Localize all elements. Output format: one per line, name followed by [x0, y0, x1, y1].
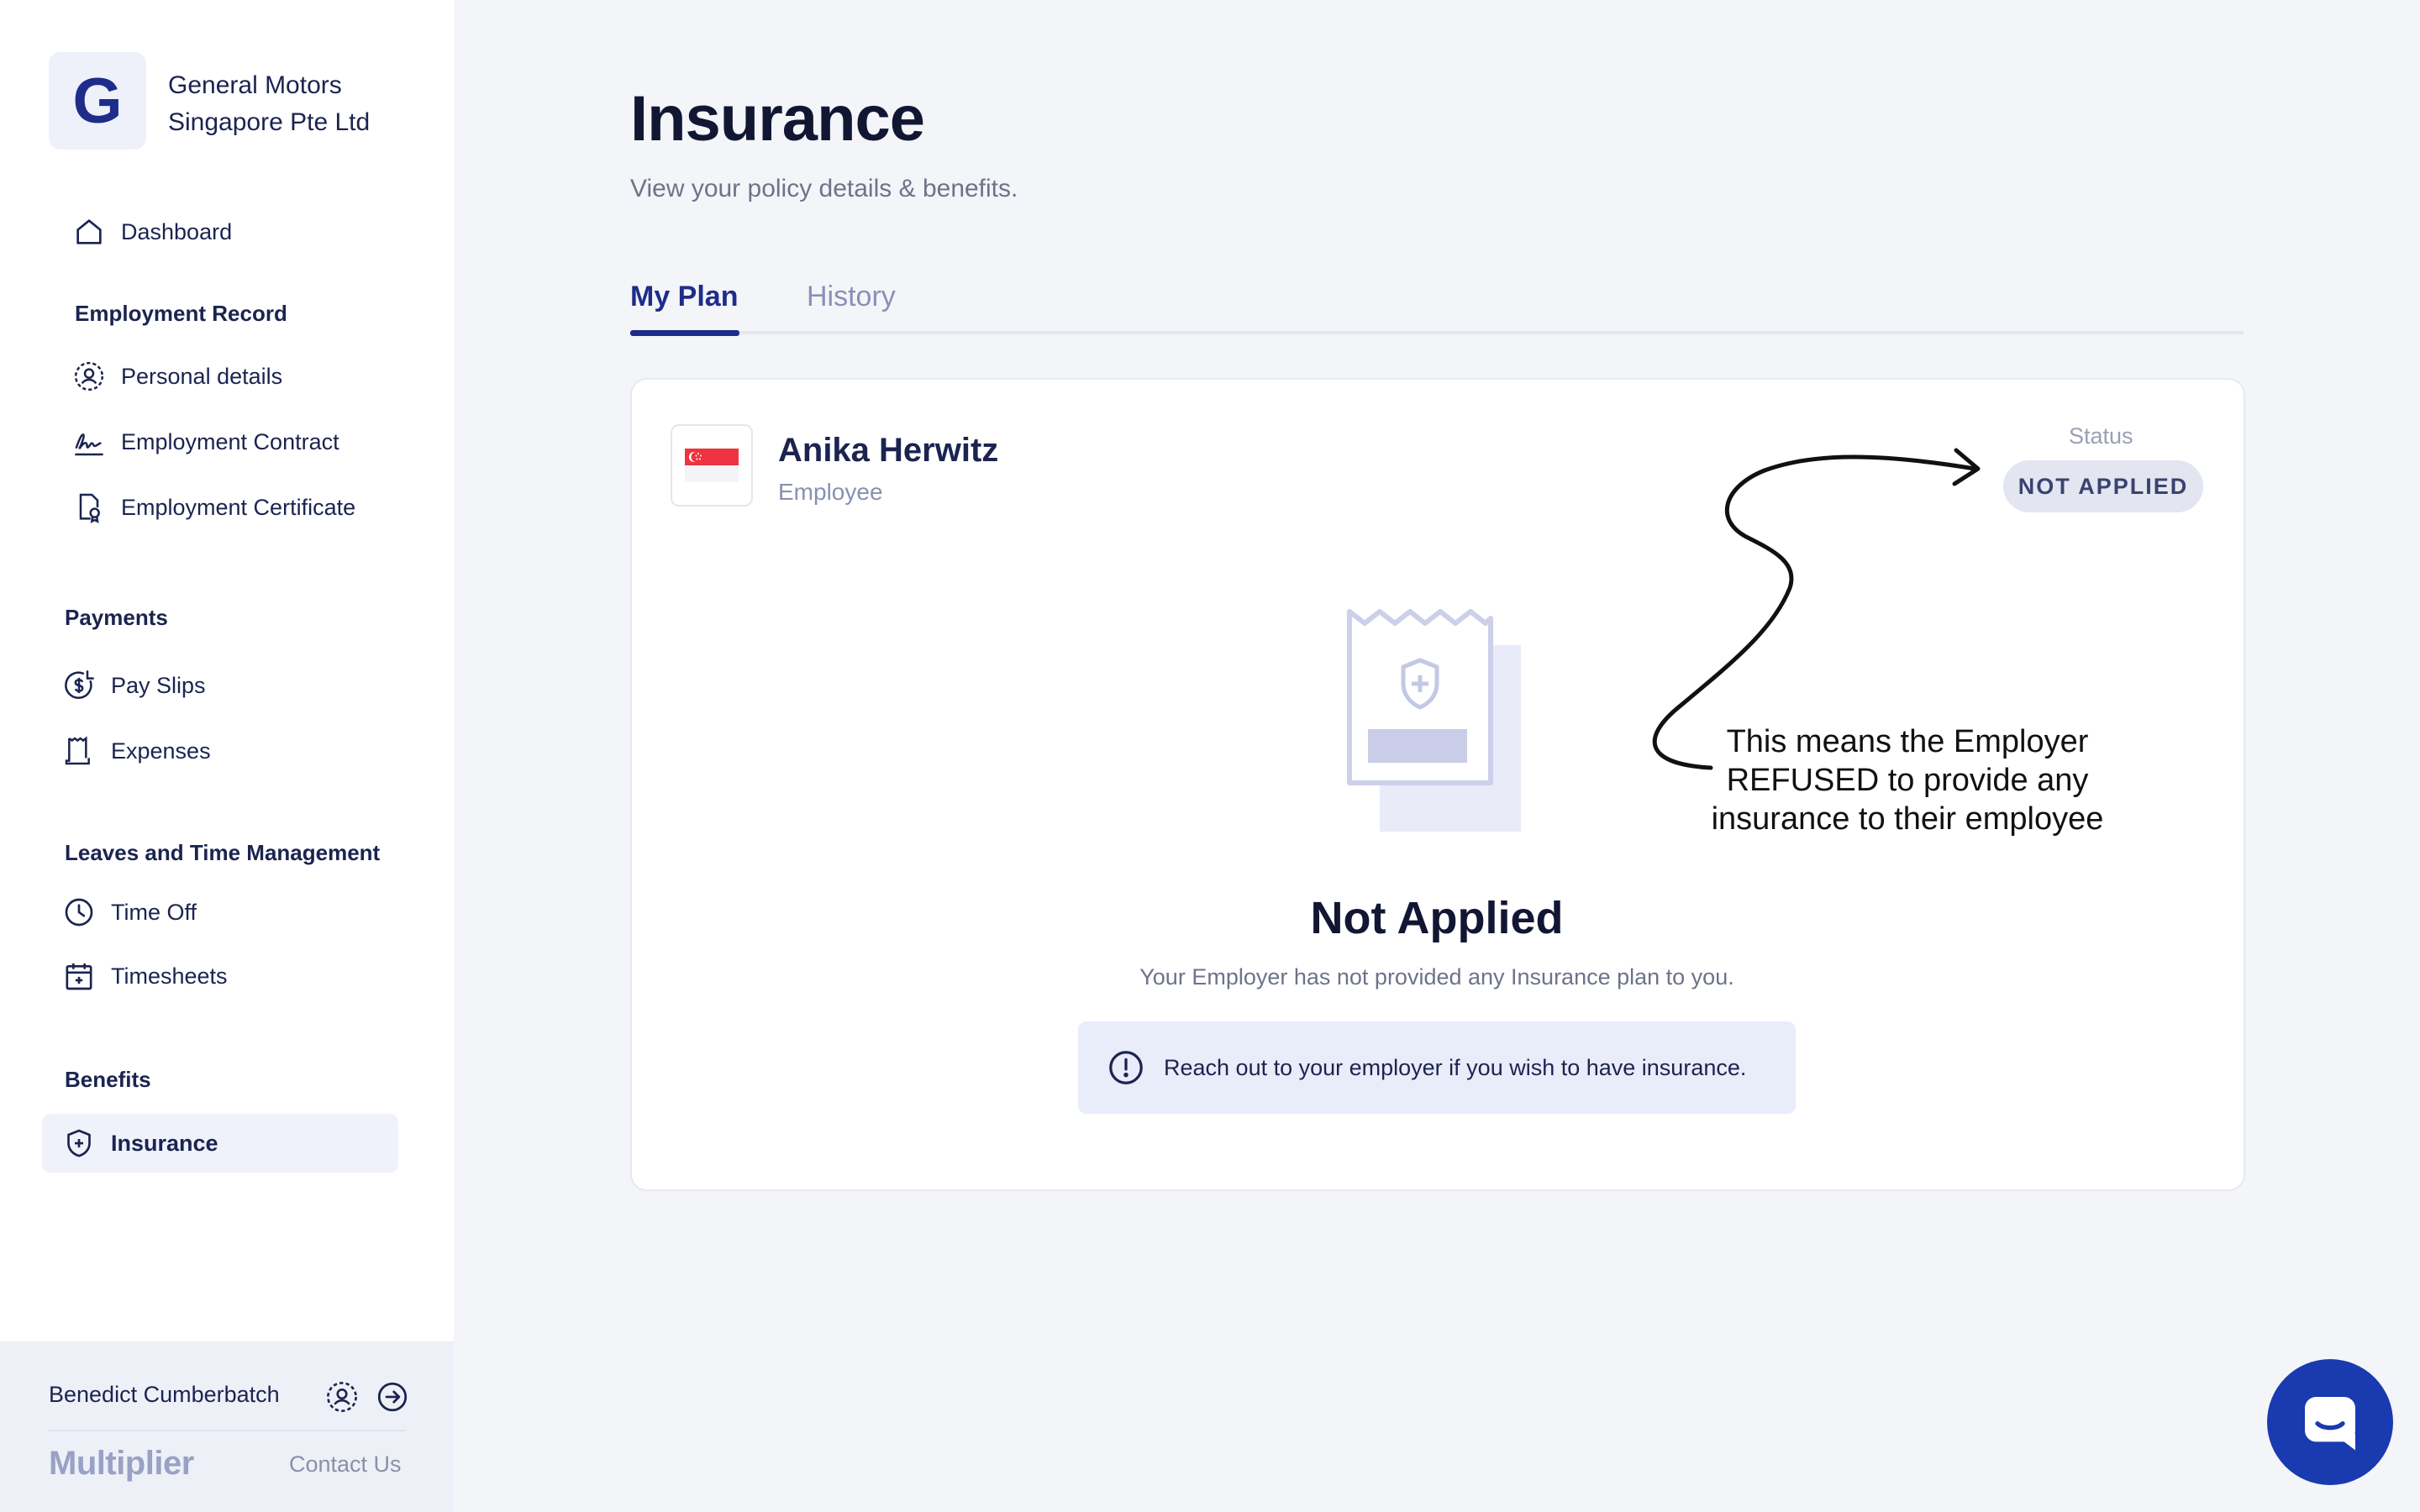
shield-plus-icon [62, 1126, 96, 1160]
sidebar-item-employment-certificate[interactable]: Employment Certificate [72, 491, 355, 524]
multiplier-logo: Multiplier [49, 1445, 194, 1482]
chat-button[interactable] [2267, 1359, 2393, 1485]
arrow-right-circle-icon[interactable] [375, 1379, 410, 1415]
receipt-icon [62, 734, 96, 768]
sidebar-item-dashboard[interactable]: Dashboard [72, 215, 232, 249]
sidebar-item-label: Timesheets [111, 963, 228, 989]
user-circle-icon [72, 360, 106, 393]
certificate-icon [72, 491, 106, 524]
sidebar-item-label: Employment Certificate [121, 494, 356, 520]
chat-icon [2305, 1397, 2355, 1451]
tabs-divider [630, 331, 2244, 334]
sidebar-item-label: Personal details [121, 363, 283, 389]
page-title: Insurance [630, 83, 925, 155]
user-divider [49, 1430, 405, 1431]
sidebar: G General Motors Singapore Pte Ltd Dashb… [0, 0, 454, 1512]
annotation-text: This means the Employer REFUSED to provi… [1672, 722, 2143, 838]
insurance-document-icon [1347, 609, 1521, 832]
user-profile-icon[interactable] [324, 1379, 360, 1415]
user-panel [0, 1341, 454, 1512]
company-name-line2: Singapore Pte Ltd [168, 108, 371, 136]
info-banner: Reach out to your employer if you wish t… [1078, 1021, 1796, 1114]
sidebar-item-label: Expenses [111, 738, 211, 764]
sidebar-item-label: Insurance [111, 1130, 218, 1156]
sidebar-item-label: Employment Contract [121, 428, 339, 454]
annotation-line2: REFUSED to provide any [1726, 763, 2089, 798]
annotation-line3: insurance to their employee [1711, 801, 2104, 837]
sidebar-item-label: Dashboard [121, 218, 233, 244]
alert-circle-icon [1109, 1051, 1143, 1084]
sidebar-item-insurance[interactable]: Insurance [62, 1126, 218, 1160]
contact-us-link[interactable]: Contact Us [289, 1452, 402, 1478]
empty-state-subtitle: Your Employer has not provided any Insur… [1139, 964, 1734, 990]
sidebar-item-pay-slips[interactable]: Pay Slips [62, 669, 206, 702]
section-benefits: Benefits [65, 1067, 151, 1092]
empty-state-title: Not Applied [1310, 893, 1564, 943]
sidebar-item-timesheets[interactable]: Timesheets [62, 959, 228, 993]
user-name: Benedict Cumberbatch [49, 1382, 280, 1407]
section-employment-record: Employment Record [75, 301, 287, 326]
company-logo: G [49, 52, 146, 150]
clock-icon [62, 895, 96, 929]
singapore-flag-icon [671, 424, 753, 507]
sidebar-item-employment-contract[interactable]: Employment Contract [72, 425, 339, 459]
sidebar-item-expenses[interactable]: Expenses [62, 734, 211, 768]
section-leaves: Leaves and Time Management [65, 840, 381, 865]
tab-active-indicator [630, 330, 739, 336]
calendar-plus-icon [62, 959, 96, 993]
company-name: General Motors Singapore Pte Ltd [168, 67, 370, 141]
dollar-circle-icon [62, 669, 96, 702]
signature-icon [72, 425, 106, 459]
employee-role: Employee [778, 479, 883, 505]
company-name-line1: General Motors [168, 71, 342, 99]
employee-name: Anika Herwitz [778, 432, 999, 469]
sidebar-item-time-off[interactable]: Time Off [62, 895, 197, 929]
section-payments: Payments [65, 605, 168, 630]
tab-my-plan[interactable]: My Plan [630, 281, 738, 313]
status-label: Status [2069, 423, 2133, 449]
tab-history[interactable]: History [807, 281, 896, 313]
status-badge: NOT APPLIED [2003, 460, 2203, 512]
page-subtitle: View your policy details & benefits. [630, 175, 1018, 202]
sidebar-item-personal-details[interactable]: Personal details [72, 360, 282, 393]
info-banner-text: Reach out to your employer if you wish t… [1164, 1054, 1747, 1080]
home-icon [72, 215, 106, 249]
sidebar-item-label: Time Off [111, 899, 197, 925]
sidebar-item-label: Pay Slips [111, 672, 206, 698]
annotation-line1: This means the Employer [1726, 724, 2089, 759]
